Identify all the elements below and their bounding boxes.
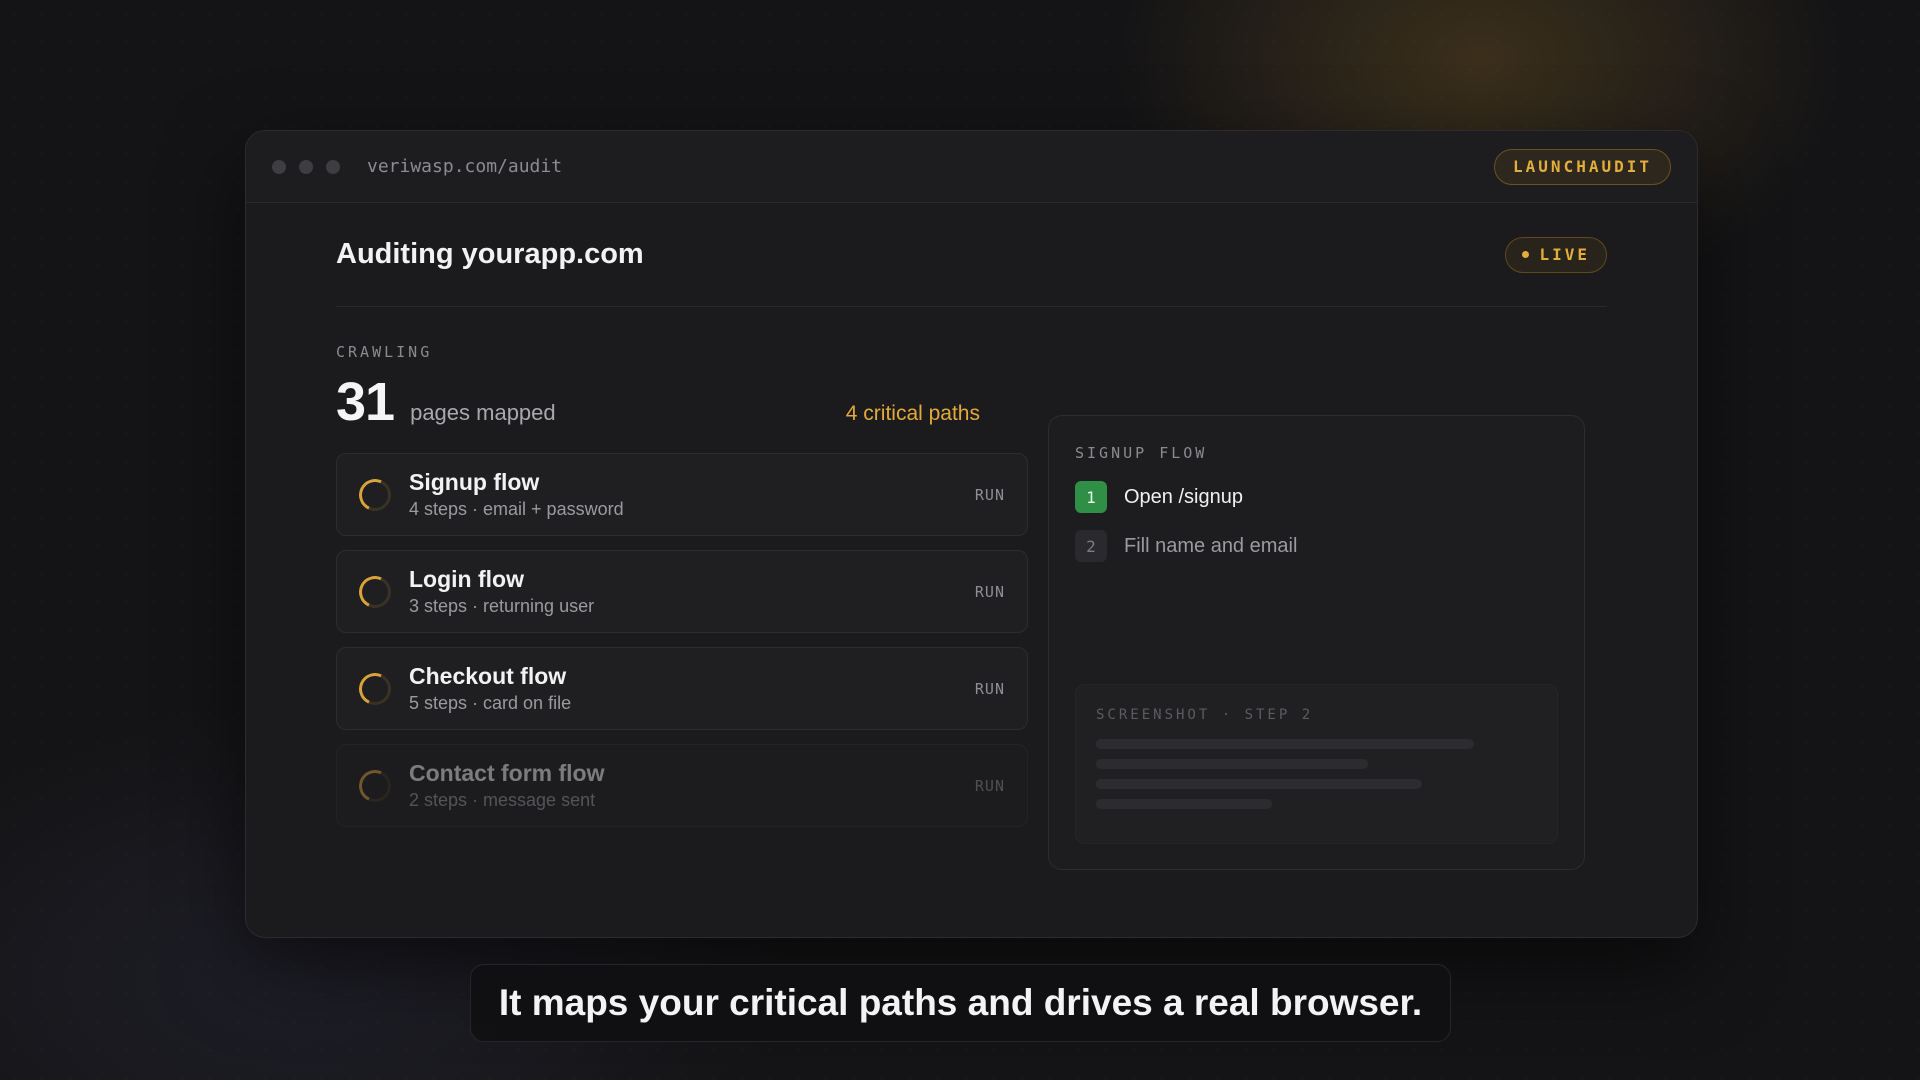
browser-window: veriwasp.com/audit LAUNCHAUDIT Auditing … (245, 130, 1698, 938)
run-button[interactable]: RUN (975, 777, 1005, 795)
run-button[interactable]: RUN (975, 486, 1005, 504)
flow-name: Login flow (409, 566, 524, 592)
skeleton-line (1096, 799, 1272, 809)
window-close-dot[interactable] (272, 159, 286, 174)
loading-spinner-icon (354, 473, 396, 516)
live-label: LIVE (1539, 245, 1590, 264)
crawling-label: CRAWLING (336, 343, 433, 361)
page-title: Auditing yourapp.com (336, 238, 644, 270)
flow-meta: 5 steps · card on file (409, 693, 572, 713)
flow-meta: 2 steps · message sent (409, 790, 596, 810)
flow-name: Signup flow (409, 469, 540, 495)
step-label: Fill name and email (1124, 534, 1298, 557)
screenshot-preview: SCREENSHOT · STEP 2 (1075, 684, 1558, 844)
flow-name: Checkout flow (409, 663, 567, 689)
flow-card-login[interactable]: Login flow 3 steps · returning user RUN (336, 550, 1028, 633)
launch-audit-button[interactable]: LAUNCHAUDIT (1494, 148, 1671, 185)
run-button[interactable]: RUN (975, 583, 1005, 601)
flow-step-2: 2 Fill name and email (1075, 530, 1558, 562)
skeleton-line (1096, 739, 1474, 749)
flow-card-contact[interactable]: Contact form flow 2 steps · message sent… (336, 744, 1028, 827)
step-number-badge: 2 (1075, 530, 1107, 562)
flow-name: Contact form flow (409, 760, 605, 786)
audit-header: Auditing yourapp.com LIVE (336, 203, 1607, 307)
live-indicator-dot (1522, 251, 1530, 258)
loading-spinner-icon (354, 570, 396, 613)
flow-text: Contact form flow 2 steps · message sent (409, 760, 605, 811)
live-status-badge: LIVE (1505, 236, 1607, 273)
flow-meta: 4 steps · email + password (409, 499, 624, 519)
run-button[interactable]: RUN (975, 680, 1005, 698)
critical-paths-count: 4 critical paths (845, 402, 980, 425)
screenshot-label: SCREENSHOT · STEP 2 (1096, 707, 1314, 723)
window-titlebar: veriwasp.com/audit LAUNCHAUDIT (246, 131, 1697, 203)
flow-card-signup[interactable]: Signup flow 4 steps · email + password R… (336, 453, 1028, 536)
flow-meta: 3 steps · returning user (409, 596, 595, 616)
pages-mapped-label: pages mapped (410, 400, 556, 425)
window-maximize-dot[interactable] (326, 159, 340, 174)
audit-content: Auditing yourapp.com LIVE CRAWLING 31 pa… (336, 203, 1607, 870)
loading-spinner-icon (354, 764, 396, 807)
caption-subtitle: It maps your critical paths and drives a… (470, 964, 1451, 1042)
flow-text: Signup flow 4 steps · email + password (409, 469, 624, 520)
flow-step-1: 1 Open /signup (1075, 481, 1558, 513)
flow-text: Login flow 3 steps · returning user (409, 566, 594, 617)
crawl-stats: 31 pages mapped 4 critical paths (336, 371, 1028, 432)
crawl-column: CRAWLING 31 pages mapped 4 critical path… (336, 343, 1028, 841)
step-label: Open /signup (1124, 485, 1243, 508)
flow-card-checkout[interactable]: Checkout flow 5 steps · card on file RUN (336, 647, 1028, 730)
address-url[interactable]: veriwasp.com/audit (367, 156, 562, 177)
flow-list: Signup flow 4 steps · email + password R… (336, 453, 1028, 827)
signup-flow-panel: SIGNUP FLOW 1 Open /signup 2 Fill name a… (1048, 415, 1585, 870)
pages-count: 31 (336, 372, 395, 432)
flow-text: Checkout flow 5 steps · card on file (409, 663, 571, 714)
step-number-badge: 1 (1075, 481, 1107, 513)
skeleton-line (1096, 779, 1422, 789)
loading-spinner-icon (354, 667, 396, 710)
panel-title: SIGNUP FLOW (1075, 444, 1208, 462)
skeleton-line (1096, 759, 1368, 769)
window-minimize-dot[interactable] (299, 159, 313, 174)
